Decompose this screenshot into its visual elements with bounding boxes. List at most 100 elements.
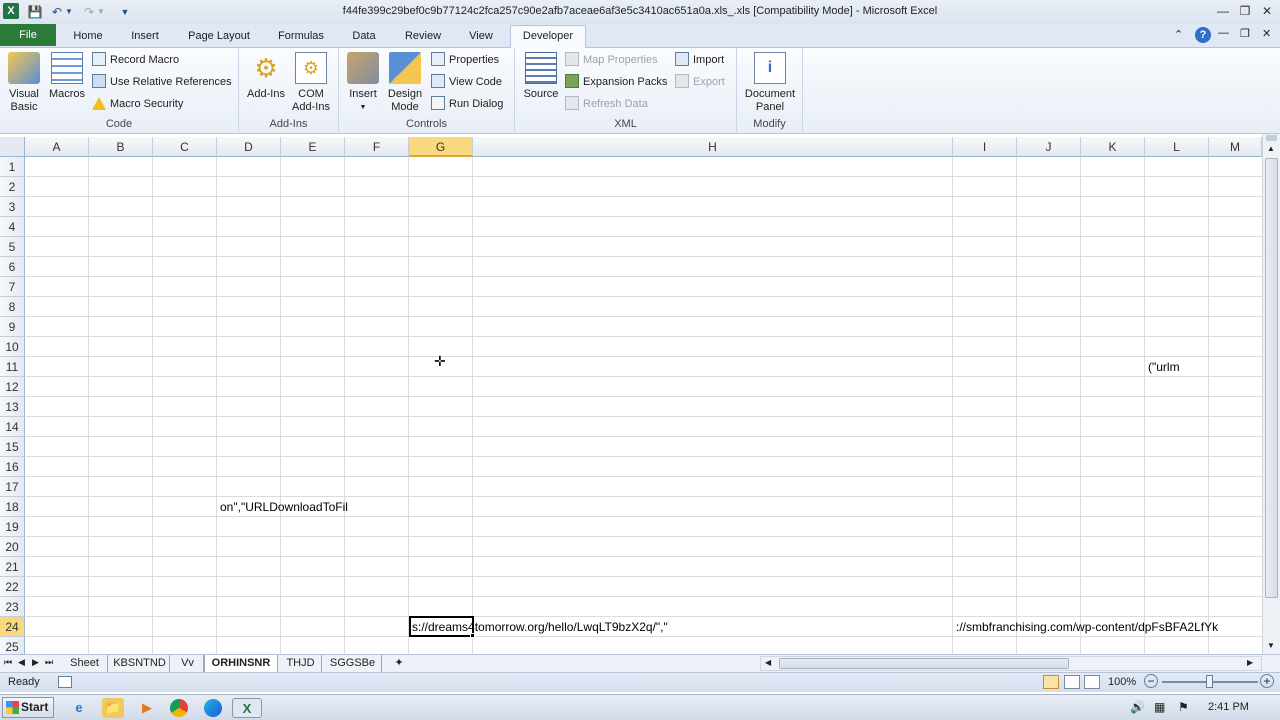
view-code-button[interactable]: View Code (431, 73, 502, 91)
scroll-up-arrow-icon[interactable]: ▲ (1267, 144, 1275, 153)
row-header-4[interactable]: 4 (0, 217, 25, 237)
sheet-tab-ORHINSNR[interactable]: ORHINSNR (204, 655, 278, 672)
insert-sheet-icon[interactable]: ✦ (386, 655, 412, 672)
export-button[interactable]: Export (675, 73, 725, 91)
excel-taskbar-icon[interactable]: X (232, 698, 262, 718)
clock[interactable]: 2:41 PM (1208, 701, 1249, 713)
visual-basic-button[interactable]: Visual Basic (4, 52, 44, 114)
first-sheet-arrow-icon[interactable]: ⏮ (4, 657, 12, 668)
normal-view-icon[interactable] (1043, 675, 1059, 689)
restore-button[interactable]: ❐ (1234, 2, 1256, 20)
row-header-17[interactable]: 17 (0, 477, 25, 497)
properties-button[interactable]: Properties (431, 51, 499, 69)
tab-view[interactable]: View (458, 26, 504, 48)
minimize-ribbon-icon[interactable]: ⌃ (1174, 28, 1183, 41)
explorer-icon[interactable]: 📁 (102, 698, 124, 718)
action-center-flag-icon[interactable]: ⚑ (1178, 700, 1189, 714)
column-header-C[interactable]: C (153, 137, 217, 157)
row-header-13[interactable]: 13 (0, 397, 25, 417)
tab-file[interactable]: File (0, 24, 56, 46)
select-all-corner[interactable] (0, 137, 25, 157)
sheet-tab-Vv[interactable]: Vv (172, 655, 204, 672)
row-header-9[interactable]: 9 (0, 317, 25, 337)
workbook-minimize-button[interactable]: — (1218, 27, 1229, 39)
sheet-tab-Sheet[interactable]: Sheet (62, 655, 108, 672)
macro-recording-icon[interactable] (58, 676, 72, 688)
row-header-14[interactable]: 14 (0, 417, 25, 437)
row-header-22[interactable]: 22 (0, 577, 25, 597)
close-button[interactable]: ✕ (1256, 2, 1278, 20)
row-header-16[interactable]: 16 (0, 457, 25, 477)
map-properties-button[interactable]: Map Properties (565, 51, 658, 69)
worksheet-grid[interactable]: ABCDEFGHIJKLM 1 2 3 4 5 6 7 8 9 10 11 12 13 14 15 16 17 1… (0, 134, 1280, 654)
row-header-21[interactable]: 21 (0, 557, 25, 577)
cell-G24[interactable]: s://dreams4tomorrow.org/hello/LwqLT9bzX2… (412, 617, 668, 637)
horizontal-scroll-thumb[interactable] (779, 658, 1069, 669)
cell-I24[interactable]: ://smbfranchising.com/wp-content/dpFsBFA… (956, 617, 1262, 637)
media-player-icon[interactable]: ▶ (136, 698, 158, 718)
sheet-tab-KBSNTND[interactable]: KBSNTND (110, 655, 170, 672)
sheet-tab-SGGSBe[interactable]: SGGSBe (324, 655, 382, 672)
column-header-B[interactable]: B (89, 137, 153, 157)
row-header-15[interactable]: 15 (0, 437, 25, 457)
row-header-2[interactable]: 2 (0, 177, 25, 197)
row-header-25[interactable]: 25 (0, 637, 25, 654)
macro-security-button[interactable]: Macro Security (92, 95, 183, 113)
split-box[interactable] (1266, 135, 1277, 141)
expansion-packs-button[interactable]: Expansion Packs (565, 73, 667, 91)
cell-L11[interactable]: ("urlm (1148, 357, 1180, 377)
chrome-icon[interactable] (170, 699, 188, 717)
column-header-E[interactable]: E (281, 137, 345, 157)
sheet-tab-THJD[interactable]: THJD (280, 655, 322, 672)
help-icon[interactable]: ? (1195, 27, 1211, 43)
row-header-10[interactable]: 10 (0, 337, 25, 357)
edge-icon[interactable] (204, 699, 222, 717)
zoom-out-icon[interactable]: − (1144, 674, 1158, 688)
network-icon[interactable]: ▦ (1154, 700, 1165, 714)
use-relative-references-button[interactable]: Use Relative References (92, 73, 232, 91)
column-header-M[interactable]: M (1209, 137, 1262, 157)
zoom-level[interactable]: 100% (1108, 676, 1136, 688)
document-panel-button[interactable]: i Document Panel (741, 52, 799, 114)
page-break-view-icon[interactable] (1084, 675, 1100, 689)
next-sheet-arrow-icon[interactable]: ▶ (32, 657, 39, 668)
vertical-scroll-thumb[interactable] (1265, 158, 1278, 598)
start-button[interactable]: Start (2, 697, 54, 718)
row-header-6[interactable]: 6 (0, 257, 25, 277)
tab-home[interactable]: Home (64, 26, 112, 48)
row-header-20[interactable]: 20 (0, 537, 25, 557)
column-header-J[interactable]: J (1017, 137, 1081, 157)
scroll-right-arrow-icon[interactable]: ▶ (1247, 658, 1253, 667)
com-addins-button[interactable]: ⚙ COM Add-Ins (289, 52, 333, 114)
run-dialog-button[interactable]: Run Dialog (431, 95, 503, 113)
import-button[interactable]: Import (675, 51, 724, 69)
tab-review[interactable]: Review (396, 26, 450, 48)
workbook-close-button[interactable]: ✕ (1262, 27, 1271, 40)
column-header-L[interactable]: L (1145, 137, 1209, 157)
zoom-in-icon[interactable]: + (1260, 674, 1274, 688)
column-header-I[interactable]: I (953, 137, 1017, 157)
column-header-G[interactable]: G (409, 137, 473, 157)
column-header-F[interactable]: F (345, 137, 409, 157)
tab-developer[interactable]: Developer (510, 25, 586, 49)
source-button[interactable]: Source (521, 52, 561, 101)
row-header-1[interactable]: 1 (0, 157, 25, 177)
vertical-scrollbar[interactable]: ▲ ▼ (1262, 134, 1280, 654)
ie-icon[interactable]: e (68, 698, 90, 718)
tab-page-layout[interactable]: Page Layout (178, 26, 260, 48)
prev-sheet-arrow-icon[interactable]: ◀ (18, 657, 25, 668)
row-header-12[interactable]: 12 (0, 377, 25, 397)
cell-D18[interactable]: on","URLDownloadToFil (220, 497, 348, 517)
minimize-button[interactable]: — (1212, 2, 1234, 20)
record-macro-button[interactable]: Record Macro (92, 51, 179, 69)
tab-insert[interactable]: Insert (122, 26, 168, 48)
row-header-7[interactable]: 7 (0, 277, 25, 297)
last-sheet-arrow-icon[interactable]: ⏭ (45, 657, 53, 668)
page-layout-view-icon[interactable] (1064, 675, 1080, 689)
row-header-18[interactable]: 18 (0, 497, 25, 517)
row-header-8[interactable]: 8 (0, 297, 25, 317)
speaker-icon[interactable]: 🔊 (1130, 700, 1145, 714)
row-header-3[interactable]: 3 (0, 197, 25, 217)
design-mode-button[interactable]: Design Mode (383, 52, 427, 114)
zoom-slider-thumb[interactable] (1206, 675, 1213, 688)
